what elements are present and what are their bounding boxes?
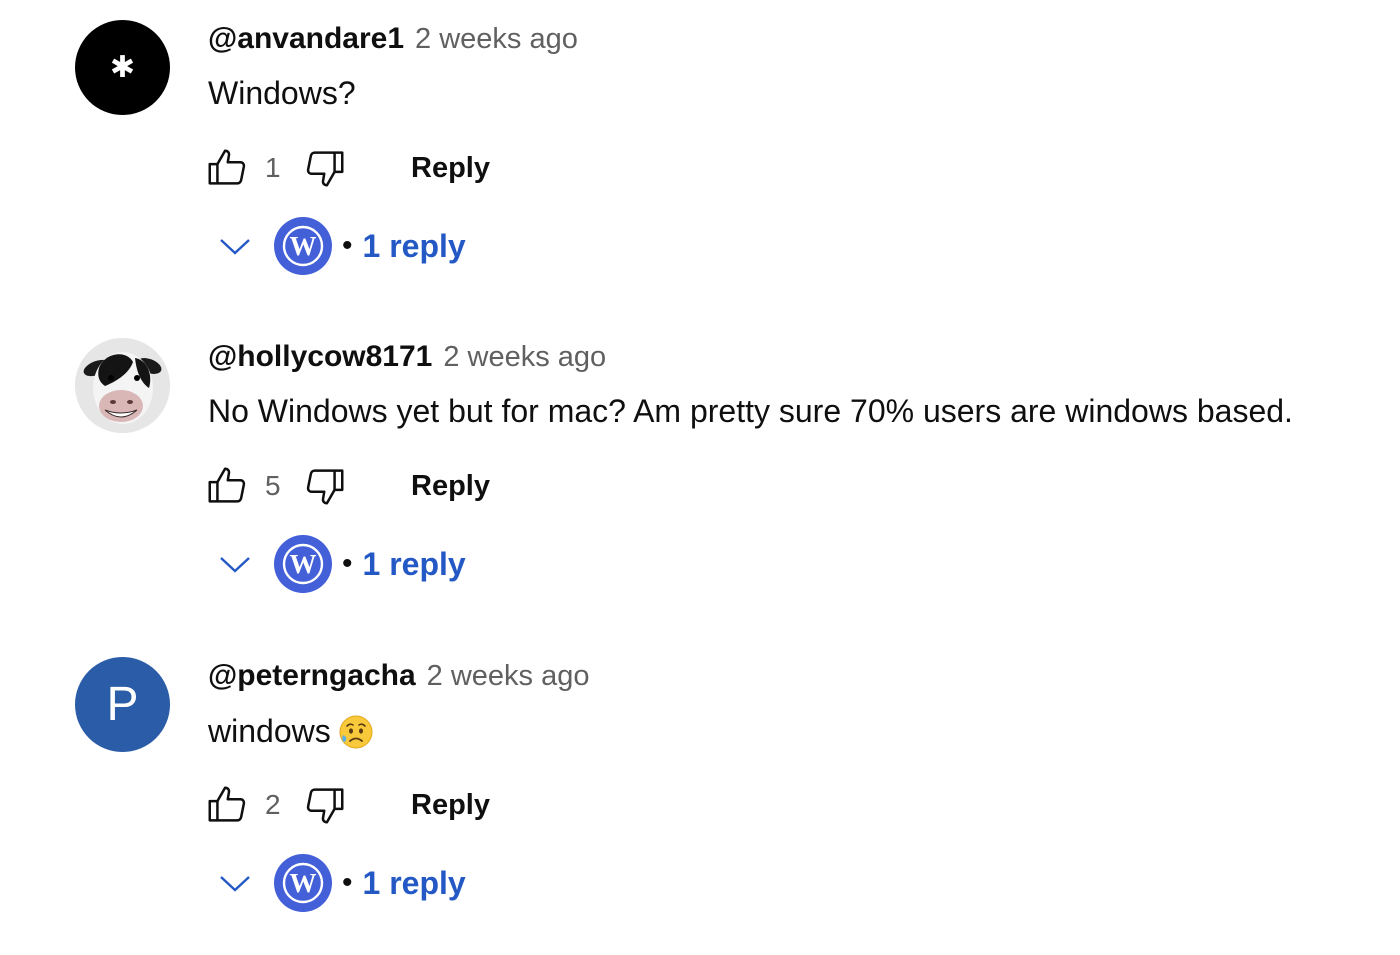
- reply-author-avatar: W: [274, 535, 332, 593]
- thumbs-down-icon: [306, 469, 344, 505]
- comment-text: windows: [208, 712, 375, 750]
- comment-author[interactable]: @peterngacha: [208, 659, 416, 693]
- separator-dot: •: [342, 229, 353, 262]
- comment-author[interactable]: @hollycow8171: [208, 340, 432, 374]
- comment-actions: 1 Reply: [203, 143, 490, 193]
- reply-count-link[interactable]: 1 reply: [363, 228, 466, 265]
- comment-text: Windows?: [208, 75, 356, 112]
- thumbs-down-icon: [306, 151, 344, 187]
- avatar[interactable]: [75, 338, 170, 433]
- like-button[interactable]: [203, 144, 251, 192]
- expand-replies-button[interactable]: [215, 544, 255, 584]
- view-replies[interactable]: W • 1 reply: [215, 853, 466, 913]
- svg-text:W: W: [290, 549, 317, 579]
- dislike-button[interactable]: [301, 462, 349, 510]
- comment-header: @hollycow8171 2 weeks ago: [208, 340, 606, 380]
- comment-text: No Windows yet but for mac? Am pretty su…: [208, 393, 1293, 430]
- reply-count-link[interactable]: 1 reply: [363, 865, 466, 902]
- separator-dot: •: [342, 547, 353, 580]
- comment-text-content: No Windows yet but for mac? Am pretty su…: [208, 393, 1293, 429]
- thumbs-up-icon: [208, 467, 246, 503]
- expand-replies-button[interactable]: [215, 863, 255, 903]
- comment-time[interactable]: 2 weeks ago: [427, 660, 590, 693]
- comment-header: @anvandare1 2 weeks ago: [208, 22, 578, 62]
- thumbs-up-icon: [208, 149, 246, 185]
- like-button[interactable]: [203, 781, 251, 829]
- comment-text-content: windows: [208, 712, 331, 749]
- dislike-button[interactable]: [301, 144, 349, 192]
- comment-time[interactable]: 2 weeks ago: [443, 341, 606, 374]
- chevron-down-icon: [220, 239, 250, 255]
- thumbs-down-icon: [306, 788, 344, 824]
- comment-thread: ✱ @anvandare1 2 weeks ago Windows? 1 Rep…: [0, 0, 1400, 318]
- comment-author[interactable]: @anvandare1: [208, 22, 404, 56]
- view-replies[interactable]: W • 1 reply: [215, 216, 466, 276]
- separator-dot: •: [342, 866, 353, 899]
- cow-photo-avatar: [75, 338, 170, 433]
- dislike-button[interactable]: [301, 781, 349, 829]
- wordpress-logo-icon: W: [282, 225, 324, 267]
- avatar[interactable]: P: [75, 657, 170, 752]
- comment-text-content: Windows?: [208, 75, 356, 111]
- like-button[interactable]: [203, 462, 251, 510]
- like-count: 5: [265, 470, 281, 501]
- comment-actions: 5 Reply: [203, 461, 490, 511]
- reply-count-link[interactable]: 1 reply: [363, 546, 466, 583]
- comment-thread: @hollycow8171 2 weeks ago No Windows yet…: [0, 318, 1400, 636]
- svg-text:W: W: [290, 231, 317, 261]
- chevron-down-icon: [220, 876, 250, 892]
- svg-text:W: W: [290, 868, 317, 898]
- like-count: 2: [265, 789, 281, 820]
- comment-actions: 2 Reply: [203, 780, 490, 830]
- asterisk-icon: ✱: [109, 50, 136, 84]
- reply-button[interactable]: Reply: [411, 152, 490, 185]
- avatar-letter: P: [106, 677, 139, 731]
- reply-button[interactable]: Reply: [411, 470, 490, 503]
- reply-button[interactable]: Reply: [411, 789, 490, 822]
- wordpress-logo-icon: W: [282, 543, 324, 585]
- like-count: 1: [265, 152, 281, 183]
- wordpress-logo-icon: W: [282, 862, 324, 904]
- reply-author-avatar: W: [274, 854, 332, 912]
- thumbs-up-icon: [208, 786, 246, 822]
- avatar[interactable]: ✱: [75, 20, 170, 115]
- sad-relieved-face-emoji-icon: [339, 715, 373, 749]
- chevron-down-icon: [220, 557, 250, 573]
- expand-replies-button[interactable]: [215, 226, 255, 266]
- comment-thread: P @peterngacha 2 weeks ago windows 2 Rep…: [0, 637, 1400, 955]
- comment-header: @peterngacha 2 weeks ago: [208, 659, 589, 699]
- view-replies[interactable]: W • 1 reply: [215, 534, 466, 594]
- comment-time[interactable]: 2 weeks ago: [415, 23, 578, 56]
- reply-author-avatar: W: [274, 217, 332, 275]
